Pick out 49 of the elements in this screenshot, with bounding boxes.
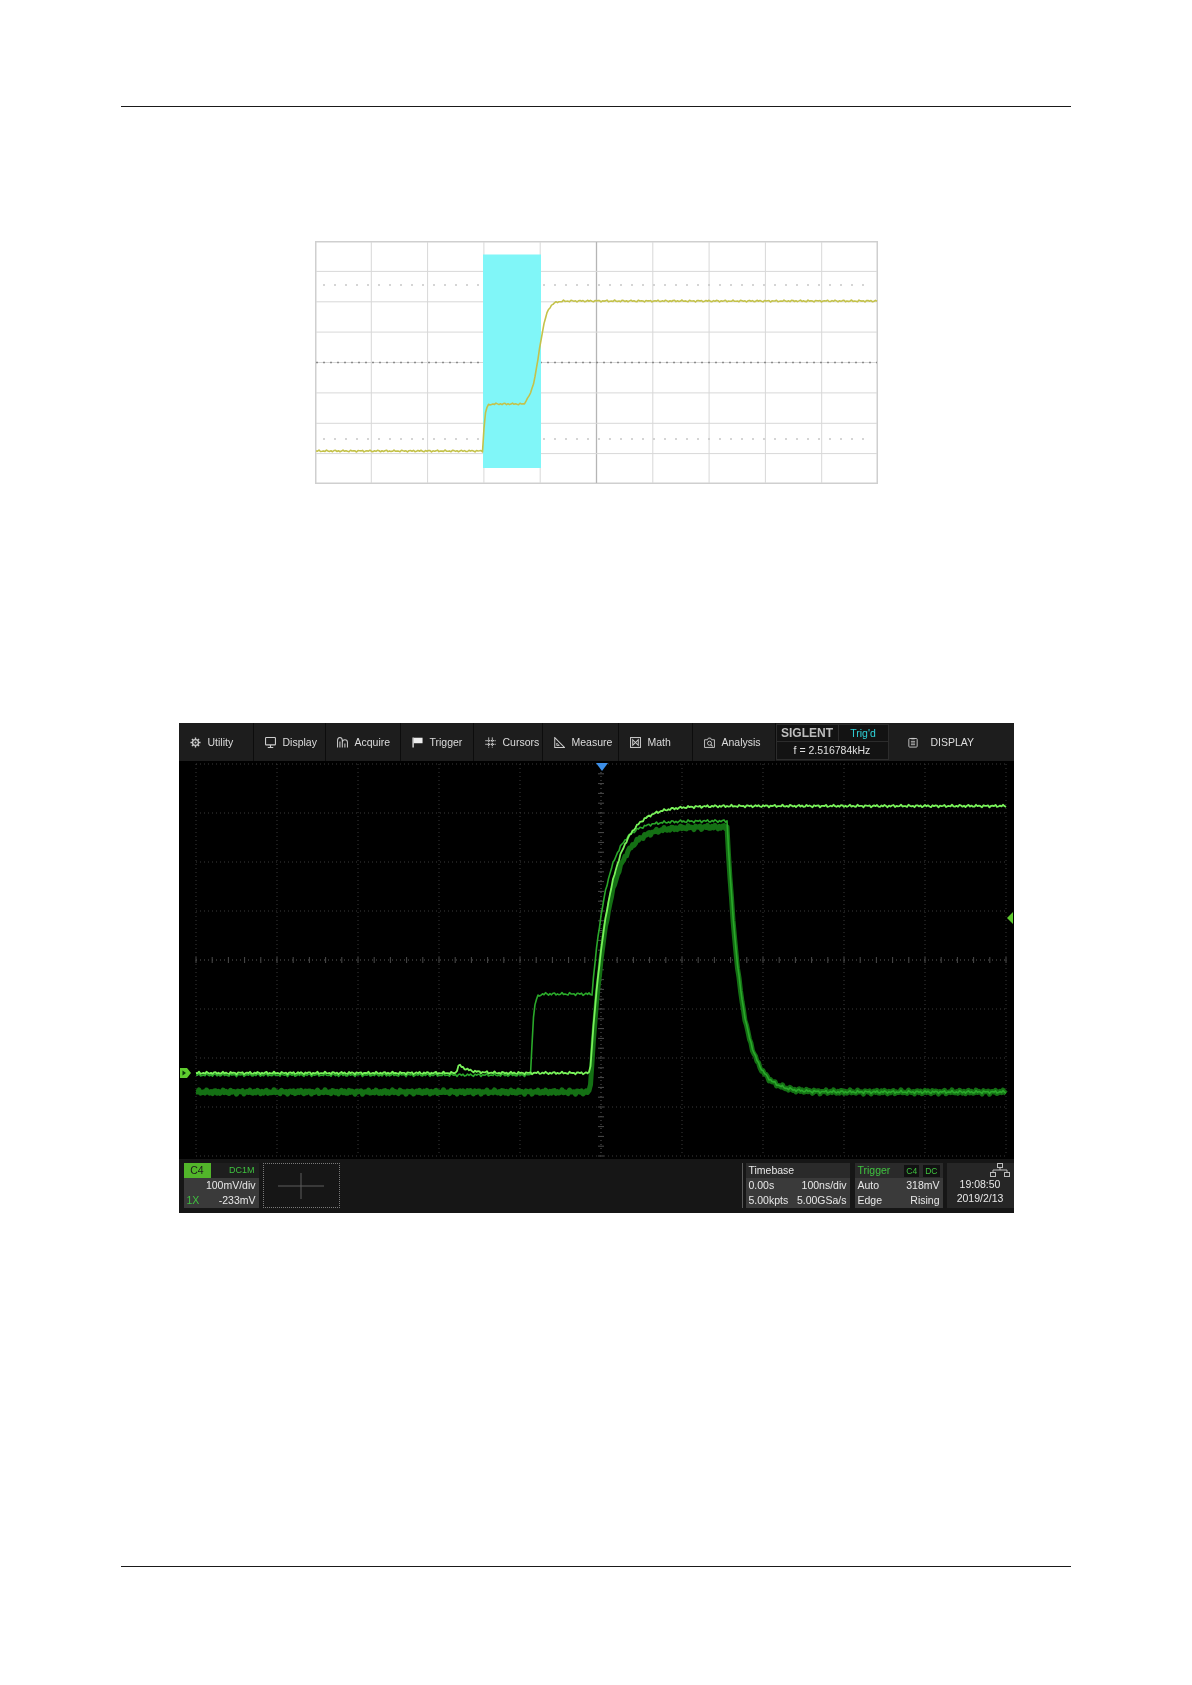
channel-panel[interactable]: C4 DC1M 100mV/div 1X -233mV — [183, 1163, 259, 1208]
delay-readout: 0.00s — [748, 1178, 775, 1193]
arches-icon — [336, 736, 348, 748]
time-readout: 19:08:50 — [959, 1177, 1001, 1191]
triangle-ruler-icon — [553, 736, 565, 748]
panel-title: Trigger — [857, 1163, 891, 1178]
magnifier-icon — [703, 736, 715, 748]
offset-readout: -233mV — [218, 1193, 256, 1208]
menu-button[interactable]: Cursors — [473, 723, 543, 761]
triangle-marker-icon — [1006, 912, 1013, 924]
network-icon — [989, 1163, 1010, 1177]
trigger-panel[interactable]: Trigger C4 DC Auto 318mV Edge Rising — [854, 1163, 943, 1208]
grid-icon — [484, 736, 496, 748]
source-tag: C4 — [904, 1164, 920, 1177]
coupling-tag: DC — [923, 1164, 940, 1177]
trigger-status: Trig'd — [849, 725, 877, 741]
menu-button[interactable]: Trigger — [400, 723, 474, 761]
arrow-marker-icon — [179, 1068, 191, 1078]
timebase-panel[interactable]: Timebase 0.00s 100ns/div 5.00kpts 5.00GSa/s — [745, 1163, 850, 1208]
trigger-mode: Auto — [857, 1178, 880, 1193]
menu-button[interactable]: Analysis — [692, 723, 776, 761]
menu-button[interactable]: Acquire — [325, 723, 401, 761]
panel-title: Timebase — [745, 1163, 850, 1178]
memory-depth-readout: 5.00kpts — [748, 1193, 789, 1208]
menu-button[interactable]: Math — [618, 723, 693, 761]
plus-icon — [278, 1172, 324, 1199]
channel-tag: C4 — [183, 1163, 211, 1178]
panel-menu-button[interactable]: DISPLAY — [888, 723, 1014, 761]
menu-button[interactable]: Display — [253, 723, 326, 761]
frequency-readout: f = 2.516784kHz — [792, 743, 872, 759]
bowtie-icon — [629, 736, 641, 748]
brand-logo: SIGLENT — [776, 725, 839, 741]
flag-icon — [411, 736, 423, 748]
add-channel-button[interactable] — [262, 1163, 340, 1208]
sample-rate-readout: 5.00GSa/s — [796, 1193, 847, 1208]
gear-icon — [189, 736, 201, 748]
timebase-scale-readout: 100ns/div — [801, 1178, 847, 1193]
probe-label: 1X — [186, 1193, 200, 1208]
triangle-marker-icon — [595, 763, 608, 771]
slope-label: Rising — [910, 1193, 940, 1208]
date-readout: 2019/2/13 — [956, 1191, 1004, 1205]
scale-readout: 100mV/div — [205, 1178, 256, 1193]
clipboard-icon — [907, 736, 918, 748]
trigger-type: Edge — [857, 1193, 883, 1208]
menu-button[interactable]: Utility — [178, 723, 254, 761]
monitor-icon — [264, 736, 276, 748]
menu-button[interactable]: Measure — [542, 723, 619, 761]
trigger-level-readout: 318mV — [906, 1178, 940, 1193]
coupling-label: DC1M — [228, 1165, 256, 1176]
